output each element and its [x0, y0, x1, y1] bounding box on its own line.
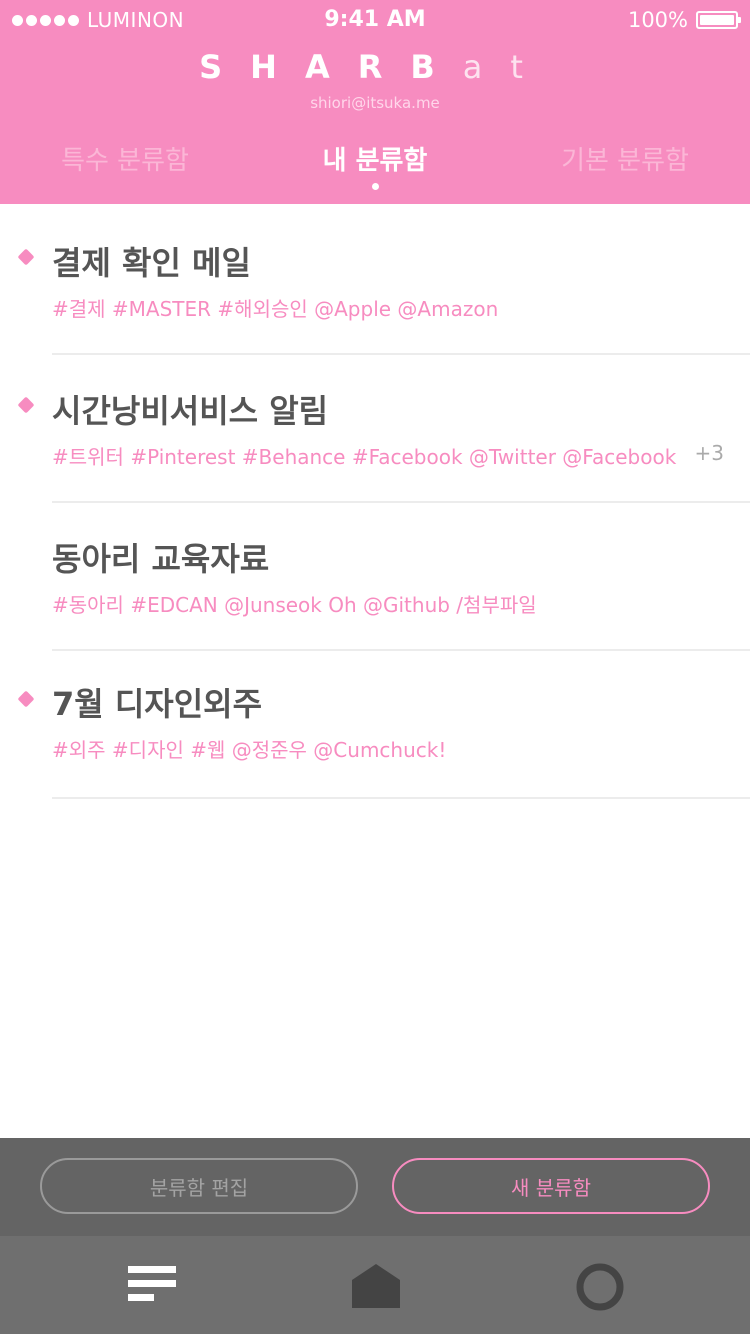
unread-marker-icon — [17, 690, 35, 708]
tab-special[interactable]: 특수 분류함 — [0, 140, 250, 177]
unread-marker-icon — [17, 396, 35, 414]
tab-default[interactable]: 기본 분류함 — [500, 140, 750, 177]
battery-icon — [696, 11, 741, 29]
status-right: 100% — [627, 8, 741, 32]
logo-light-text: at — [462, 48, 551, 86]
app-logo: SHARBat — [0, 48, 750, 86]
battery-percent: 100% — [627, 8, 688, 32]
app-header: LUMINON 9:41 AM 100% SHARBat shiori@itsu… — [0, 0, 750, 204]
item-tags: #동아리 #EDCAN @Junseok Oh @Github /첨부파일 — [52, 593, 537, 617]
account-email: shiori@itsuka.me — [310, 94, 440, 112]
list-icon[interactable] — [128, 1266, 176, 1308]
list-item[interactable]: 결제 확인 메일 #결제 #MASTER #해외승인 @Apple @Amazo… — [0, 204, 750, 355]
item-title: 7월 디자인외주 — [52, 685, 263, 723]
status-bar: LUMINON 9:41 AM 100% — [0, 0, 750, 40]
logo-bold-text: SHARB — [199, 48, 463, 86]
circle-icon[interactable] — [575, 1262, 625, 1312]
new-folder-button[interactable]: 새 분류함 — [392, 1158, 710, 1214]
list-item[interactable]: 7월 디자인외주 #외주 #디자인 #웹 @정준우 @Cumchuck! — [0, 648, 750, 799]
item-tags: #결제 #MASTER #해외승인 @Apple @Amazon — [52, 297, 499, 321]
home-icon[interactable] — [350, 1262, 402, 1310]
item-title: 동아리 교육자료 — [52, 540, 270, 578]
folder-list: 결제 확인 메일 #결제 #MASTER #해외승인 @Apple @Amazo… — [0, 204, 750, 799]
item-tags: #외주 #디자인 #웹 @정준우 @Cumchuck! — [52, 738, 447, 762]
category-tabs: 특수 분류함 내 분류함 기본 분류함 — [0, 140, 750, 200]
item-title: 시간낭비서비스 알림 — [52, 392, 329, 430]
item-title: 결제 확인 메일 — [52, 244, 251, 282]
active-tab-indicator — [372, 183, 379, 190]
bottom-nav — [0, 1236, 750, 1334]
divider — [52, 797, 750, 799]
more-tags-count: +3 — [694, 441, 724, 465]
item-tags: #트위터 #Pinterest #Behance #Facebook @Twit… — [52, 445, 677, 469]
edit-folders-button[interactable]: 분류함 편집 — [40, 1158, 358, 1214]
action-bar: 분류함 편집 새 분류함 — [0, 1138, 750, 1236]
list-item[interactable]: 시간낭비서비스 알림 #트위터 #Pinterest #Behance #Fac… — [0, 352, 750, 503]
unread-marker-icon — [17, 248, 35, 266]
list-item[interactable]: 동아리 교육자료 #동아리 #EDCAN @Junseok Oh @Github… — [0, 500, 750, 651]
tab-mine[interactable]: 내 분류함 — [250, 140, 500, 177]
